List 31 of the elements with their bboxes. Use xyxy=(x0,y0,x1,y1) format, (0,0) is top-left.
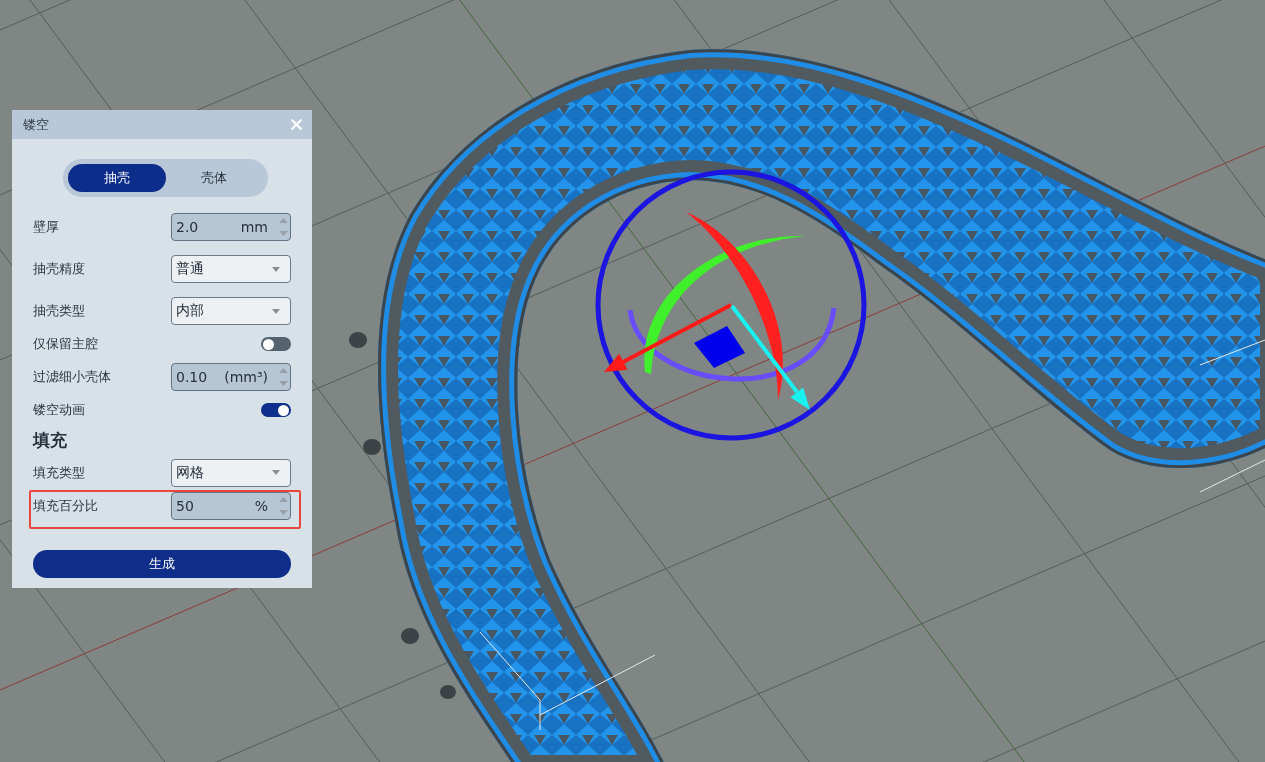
section-heading: 填充 xyxy=(33,429,67,452)
plane-handle[interactable] xyxy=(694,326,745,368)
dropdown[interactable]: 内部 xyxy=(171,297,291,325)
field-label: 镂空动画 xyxy=(33,402,85,418)
rotation-arc[interactable] xyxy=(644,236,805,374)
field-label: 过滤细小壳体 xyxy=(33,369,111,385)
unit-label: mm xyxy=(240,219,268,235)
toggle-switch[interactable] xyxy=(261,403,291,417)
field-label: 填充类型 xyxy=(33,464,85,481)
field-label: 填充百分比 xyxy=(33,497,98,514)
toggle-switch[interactable] xyxy=(261,337,291,351)
generate-button[interactable]: 生成 xyxy=(33,550,291,578)
dropdown[interactable]: 网格 xyxy=(171,458,291,487)
axis-arrow[interactable] xyxy=(604,303,732,372)
field-label: 壁厚 xyxy=(33,219,59,235)
rotation-ring[interactable] xyxy=(595,169,867,441)
rotation-arc[interactable] xyxy=(686,212,783,400)
caret-down-icon xyxy=(272,308,280,314)
caret-down-icon xyxy=(272,470,280,475)
dropdown[interactable]: 普通 xyxy=(171,255,291,283)
axis-arrow[interactable] xyxy=(730,304,810,410)
rotation-arc[interactable] xyxy=(627,307,837,382)
field-label: 仅保留主腔 xyxy=(33,336,98,352)
mode-tab[interactable]: 壳体 xyxy=(165,164,263,192)
panel-title: 镂空 xyxy=(23,115,49,134)
unit-label: % xyxy=(254,497,268,514)
unit-label: (mm³) xyxy=(224,369,268,385)
field-label: 抽壳类型 xyxy=(33,303,85,319)
field-label: 抽壳精度 xyxy=(33,261,85,277)
caret-down-icon xyxy=(272,266,280,272)
mode-tab[interactable]: 抽壳 xyxy=(68,164,166,192)
